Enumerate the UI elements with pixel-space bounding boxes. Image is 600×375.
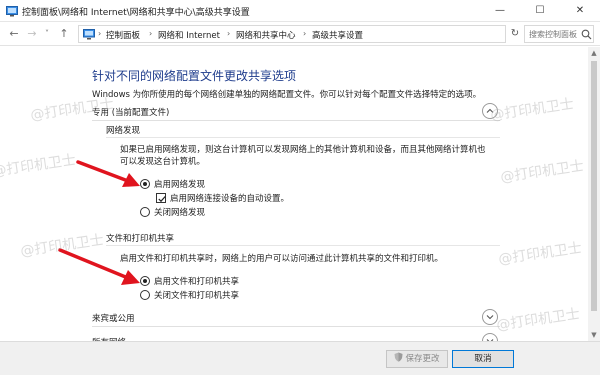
file-printer-heading: 文件和打印机共享 [106,234,175,244]
close-button[interactable]: ✕ [560,0,600,22]
divider [106,137,500,138]
maximize-button[interactable]: ☐ [520,0,560,22]
scroll-down-icon[interactable]: ▼ [588,329,600,341]
minimize-button[interactable]: — [480,0,520,22]
radio-label: 启用文件和打印机共享 [154,277,240,287]
back-arrow-icon[interactable]: ← [6,26,22,42]
recent-locations-icon[interactable]: ˅ [42,26,52,42]
refresh-icon[interactable]: ↻ [508,26,522,42]
scroll-thumb[interactable] [591,61,597,311]
breadcrumb-advanced-sharing[interactable]: 高级共享设置 [312,29,363,41]
forward-arrow-icon[interactable]: → [24,26,40,42]
main-content: 针对不同的网络配置文件更改共享选项 Windows 为你所使用的每个网络创建单独… [0,47,600,349]
watermark-text: @打印机卫士 [489,96,575,124]
search-icon [581,29,592,40]
page-description: Windows 为你所使用的每个网络创建单独的网络配置文件。你可以针对每个配置文… [92,90,482,100]
scroll-up-icon[interactable]: ▲ [588,47,600,59]
vertical-scrollbar[interactable]: ▲ ▼ [588,47,600,341]
breadcrumb-separator: › [149,29,153,38]
search-placeholder: 搜索控制面板 [529,30,577,39]
file-printer-text: 启用文件和打印机共享时，网络上的用户可以访问通过此计算机共享的文件和打印机。 [120,254,444,264]
checkbox-label: 启用网络连接设备的自动设置。 [170,194,290,204]
profile-guest-title: 来宾或公用 [92,314,135,324]
radio-unselected-icon[interactable] [140,290,150,300]
cancel-button[interactable]: 取消 [452,350,514,368]
breadcrumb-separator: › [227,29,231,38]
title-bar: 控制面板\网络和 Internet\网络和共享中心\高级共享设置 — ☐ ✕ [0,0,600,22]
breadcrumb-sharing-center[interactable]: 网络和共享中心 [236,29,296,41]
breadcrumb-separator: › [98,29,102,38]
profile-guest-header[interactable]: 来宾或公用 [92,309,500,327]
save-changes-label: 保存更改 [405,354,440,364]
checkbox-checked-icon[interactable] [156,193,166,203]
control-panel-icon [6,6,18,17]
radio-label: 关闭文件和打印机共享 [154,291,240,301]
network-discovery-text-1: 如果已启用网络发现，则这台计算机可以发现网络上的其他计算机和设备，而且其他网络计… [120,145,486,155]
breadcrumb-network-internet[interactable]: 网络和 Internet [158,29,220,41]
shield-icon [394,352,403,362]
red-arrow-icon [76,160,140,187]
search-input[interactable]: 搜索控制面板 [524,25,594,43]
navigation-bar: ← → ˅ ↑ › 控制面板 › 网络和 Internet › 网络和共享中心 … [0,22,600,46]
radio-label: 启用网络发现 [154,180,206,190]
page-title: 针对不同的网络配置文件更改共享选项 [92,69,297,83]
watermark-text: @打印机卫士 [495,306,581,334]
watermark-text: @打印机卫士 [499,158,585,186]
breadcrumb-control-panel[interactable]: 控制面板 [106,29,140,41]
profile-private-header[interactable]: 专用 (当前配置文件) [92,103,500,121]
up-arrow-icon[interactable]: ↑ [56,26,72,42]
address-bar[interactable]: › 控制面板 › 网络和 Internet › 网络和共享中心 › 高级共享设置… [78,25,579,43]
divider [106,245,500,246]
watermark-text: @打印机卫士 [497,240,583,268]
radio-unselected-icon[interactable] [140,207,150,217]
network-discovery-heading: 网络发现 [106,126,141,136]
control-panel-icon [83,29,95,40]
radio-label: 关闭网络发现 [154,208,206,218]
window-title: 控制面板\网络和 Internet\网络和共享中心\高级共享设置 [22,8,250,18]
footer-bar: 保存更改 取消 [0,341,600,375]
save-changes-button[interactable]: 保存更改 [386,350,448,368]
watermark-text: @打印机卫士 [0,152,77,180]
breadcrumb-separator: › [303,29,307,38]
